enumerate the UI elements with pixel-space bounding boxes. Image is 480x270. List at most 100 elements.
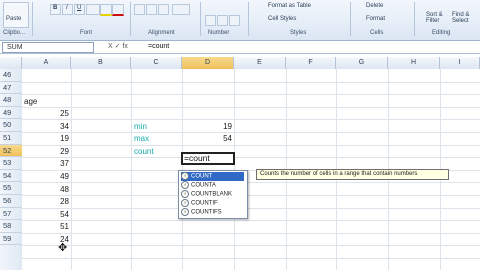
- align-right-button[interactable]: [158, 4, 169, 15]
- formula-input[interactable]: =count: [148, 41, 169, 53]
- cell-a-value[interactable]: 51: [24, 221, 69, 233]
- bold-button[interactable]: B: [50, 4, 61, 15]
- select-all-corner[interactable]: [0, 57, 22, 69]
- active-cell-text[interactable]: =count: [184, 152, 210, 165]
- cell-d-max-value[interactable]: 54: [184, 133, 232, 145]
- sort-filter-button[interactable]: Sort & Filter: [426, 12, 446, 24]
- cell-c-max-label[interactable]: max: [134, 133, 149, 145]
- autocomplete-item-countifs[interactable]: f COUNTIFS: [181, 208, 244, 217]
- percent-button[interactable]: [217, 15, 228, 26]
- autocomplete-item-label: COUNTA: [191, 182, 216, 189]
- row-header[interactable]: 49: [0, 107, 22, 120]
- borders-button[interactable]: [86, 4, 100, 15]
- separator: [130, 2, 131, 36]
- row-header-selected[interactable]: 52: [0, 144, 22, 158]
- cell-a-value[interactable]: 49: [24, 171, 69, 183]
- separator: [32, 2, 33, 36]
- comma-button[interactable]: [229, 15, 240, 26]
- formula-buttons[interactable]: X ✓ fx: [108, 41, 128, 53]
- group-label-font: Font: [80, 30, 93, 36]
- cell-a-value[interactable]: 29: [24, 146, 69, 158]
- column-header-c[interactable]: C: [131, 57, 182, 69]
- italic-button[interactable]: I: [62, 4, 73, 15]
- cell-a48-header[interactable]: age: [24, 96, 37, 108]
- cell-styles-button[interactable]: Cell Styles: [268, 16, 296, 22]
- cell-a-value[interactable]: 19: [24, 133, 69, 145]
- cell-a-value[interactable]: 34: [24, 121, 69, 133]
- gridline: [22, 81, 480, 83]
- autocomplete-item-count[interactable]: f COUNT: [181, 172, 244, 181]
- cell-a-value[interactable]: 25: [24, 108, 69, 120]
- cell-c-min-label[interactable]: min: [134, 121, 147, 133]
- italic-label: I: [66, 5, 68, 11]
- gridline: [22, 157, 480, 159]
- paste-button[interactable]: Paste: [3, 2, 29, 28]
- column-header-f[interactable]: F: [286, 57, 336, 69]
- row-header[interactable]: 50: [0, 119, 22, 132]
- function-autocomplete-list[interactable]: f COUNT f COUNTA f COUNTBLANK f COUNTIF f COU…: [178, 170, 248, 219]
- fill-color-button[interactable]: [100, 4, 112, 16]
- autocomplete-item-label: COUNTBLANK: [191, 191, 233, 198]
- autocomplete-item-label: COUNTIFS: [191, 209, 222, 216]
- row-header[interactable]: 48: [0, 94, 22, 107]
- align-left-button[interactable]: [134, 4, 145, 15]
- row-header[interactable]: 56: [0, 195, 22, 208]
- row-header[interactable]: 57: [0, 208, 22, 221]
- delete-button[interactable]: Delete: [366, 3, 383, 9]
- row-header[interactable]: 54: [0, 170, 22, 183]
- ribbon: Paste B I U Format as Table Cell Styles …: [0, 0, 480, 41]
- paste-label: Paste: [6, 16, 22, 22]
- row-header[interactable]: 51: [0, 132, 22, 145]
- gridline: [22, 182, 480, 184]
- cell-c-count-label[interactable]: count: [134, 146, 154, 158]
- row-header[interactable]: 47: [0, 82, 22, 95]
- gridline: [22, 119, 480, 121]
- format-button[interactable]: Format: [366, 16, 385, 22]
- find-select-button[interactable]: Find & Select: [452, 12, 476, 24]
- gridline: [22, 207, 480, 209]
- cell-a-value[interactable]: 37: [24, 158, 69, 170]
- column-header-b[interactable]: B: [71, 57, 131, 69]
- merge-button[interactable]: [172, 4, 190, 15]
- column-header-d[interactable]: D: [182, 57, 234, 69]
- separator: [248, 2, 249, 36]
- gridline: [22, 144, 480, 146]
- gridline: [22, 195, 480, 196]
- column-header-i[interactable]: I: [440, 57, 480, 69]
- autocomplete-item-counta[interactable]: f COUNTA: [181, 181, 244, 190]
- currency-button[interactable]: [205, 15, 216, 26]
- column-header-g[interactable]: G: [336, 57, 388, 69]
- function-icon: f: [181, 172, 189, 180]
- function-icon: f: [181, 199, 189, 207]
- separator: [414, 2, 415, 36]
- name-box[interactable]: SUM: [2, 42, 94, 53]
- underline-button[interactable]: U: [74, 4, 85, 15]
- align-center-button[interactable]: [146, 4, 157, 15]
- column-header-a[interactable]: A: [22, 57, 71, 69]
- gridline: [22, 106, 480, 108]
- gridline: [22, 94, 480, 96]
- cell-a-value[interactable]: 48: [24, 184, 69, 196]
- function-icon: f: [181, 208, 189, 216]
- column-header-h[interactable]: H: [388, 57, 440, 69]
- row-header[interactable]: 53: [0, 157, 22, 170]
- group-label-editing: Editing: [432, 30, 451, 36]
- font-color-button[interactable]: [112, 4, 124, 16]
- cell-a-value[interactable]: 54: [24, 209, 69, 221]
- format-as-table-button[interactable]: Format as Table: [268, 3, 311, 9]
- row-header[interactable]: 55: [0, 182, 22, 195]
- cell-d-min-value[interactable]: 19: [184, 121, 232, 133]
- underline-label: U: [77, 5, 82, 11]
- group-label-cells: Cells: [370, 30, 384, 36]
- row-header[interactable]: 46: [0, 69, 22, 82]
- autocomplete-item-countblank[interactable]: f COUNTBLANK: [181, 190, 244, 199]
- cell-a-value[interactable]: 28: [24, 196, 69, 208]
- row-header[interactable]: 59: [0, 233, 22, 246]
- formula-bar: SUM X ✓ fx =count: [0, 41, 480, 54]
- function-icon: f: [181, 181, 189, 189]
- autocomplete-item-countif[interactable]: f COUNTIF: [181, 199, 244, 208]
- gridline: [22, 232, 480, 234]
- column-header-e[interactable]: E: [234, 57, 286, 69]
- autocomplete-item-label: COUNTIF: [191, 200, 218, 207]
- row-header[interactable]: 58: [0, 220, 22, 233]
